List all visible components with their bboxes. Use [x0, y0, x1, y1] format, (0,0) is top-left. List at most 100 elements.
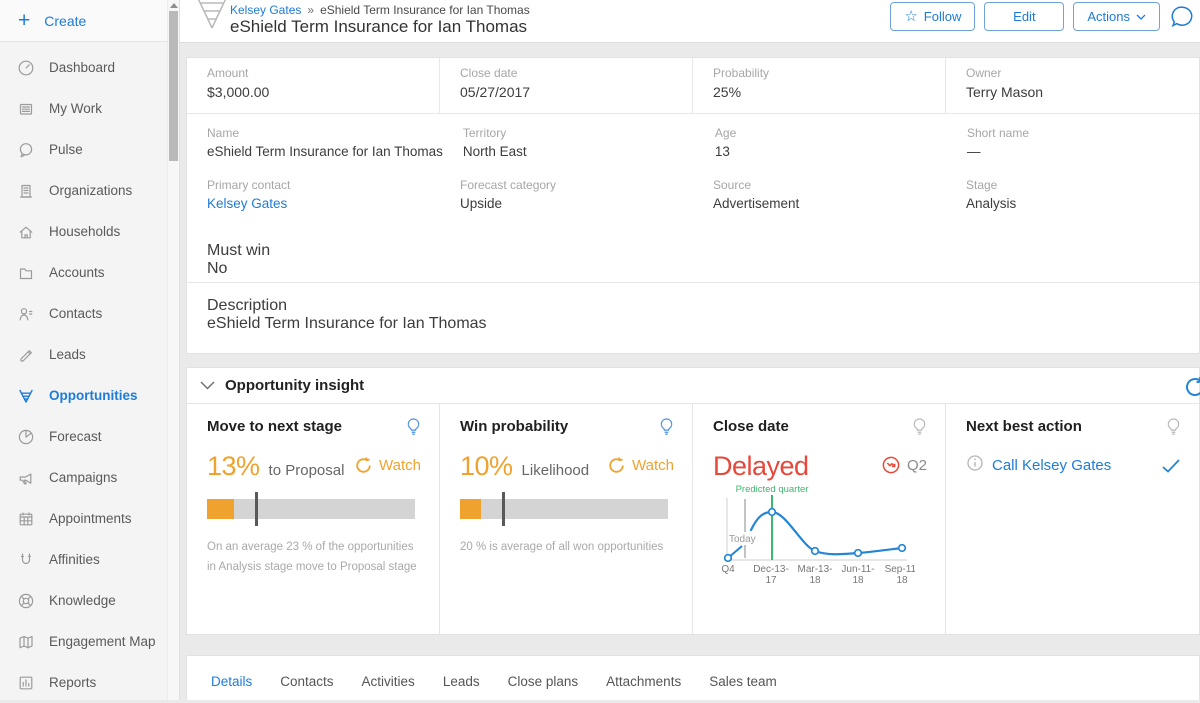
- sidebar-item-leads[interactable]: Leads: [0, 334, 179, 375]
- card-title: Win probability: [460, 418, 568, 435]
- win-probability-percent: 10%: [460, 451, 513, 482]
- tab-leads[interactable]: Leads: [443, 674, 480, 689]
- win-probability-label: Likelihood: [522, 462, 590, 479]
- field-stage: Stage Analysis: [946, 166, 1199, 218]
- collapse-chevron-icon[interactable]: [200, 381, 215, 390]
- watch-button[interactable]: Watch: [354, 456, 421, 475]
- field-age: Age 13: [695, 114, 947, 166]
- breadcrumb-link[interactable]: Kelsey Gates: [230, 3, 301, 17]
- card-title: Next best action: [966, 418, 1082, 435]
- sidebar-item-accounts[interactable]: Accounts: [0, 252, 179, 293]
- sidebar-scrollbar[interactable]: [167, 0, 179, 700]
- tab-contacts[interactable]: Contacts: [280, 674, 333, 689]
- create-button[interactable]: + Create: [0, 0, 179, 42]
- tab-sales-team[interactable]: Sales team: [709, 674, 777, 689]
- opportunities-icon: [17, 387, 35, 405]
- sidebar-item-label: Knowledge: [49, 593, 116, 608]
- field-owner: Owner Terry Mason: [946, 58, 1199, 113]
- sidebar: + Create Dashboard My Work Pulse Organiz…: [0, 0, 180, 700]
- field-source: Source Advertisement: [693, 166, 946, 218]
- average-marker: [502, 492, 505, 526]
- tab-close-plans[interactable]: Close plans: [508, 674, 579, 689]
- sidebar-item-knowledge[interactable]: Knowledge: [0, 580, 179, 621]
- sidebar-item-dashboard[interactable]: Dashboard: [0, 47, 179, 88]
- contacts-icon: [17, 305, 35, 323]
- tab-activities[interactable]: Activities: [362, 674, 415, 689]
- close-date-chart: Predicted quarterTodayQ4Dec-13-17Mar-13-…: [705, 485, 915, 589]
- scrollbar-thumb[interactable]: [169, 11, 178, 161]
- stage-move-target: to Proposal: [269, 462, 345, 479]
- sidebar-item-campaigns[interactable]: Campaigns: [0, 457, 179, 498]
- sidebar-item-households[interactable]: Households: [0, 211, 179, 252]
- stage-progress-bar: [207, 499, 415, 519]
- actions-button[interactable]: Actions: [1073, 2, 1160, 31]
- field-name: Name eShield Term Insurance for Ian Thom…: [187, 114, 443, 166]
- svg-text:Sep-11-: Sep-11-: [885, 564, 915, 575]
- svg-text:18: 18: [852, 575, 864, 586]
- plus-icon: +: [18, 10, 30, 31]
- complete-check-icon[interactable]: [1161, 458, 1181, 474]
- details-panel: Amount $3,000.00 Close date 05/27/2017 P…: [186, 57, 1200, 354]
- hint-bulb-icon[interactable]: [1166, 417, 1181, 442]
- sidebar-item-label: Households: [49, 224, 120, 239]
- close-date-status: Delayed: [713, 451, 809, 482]
- card-title: Close date: [713, 418, 789, 435]
- card-caption: 20 % is average of all won opportunities: [460, 537, 670, 557]
- info-icon[interactable]: [966, 454, 984, 477]
- refresh-icon[interactable]: [1183, 375, 1200, 404]
- header-actions: ☆ Follow Edit Actions: [890, 2, 1195, 31]
- win-progress-bar: [460, 499, 668, 519]
- delayed-trend-icon: [881, 455, 901, 475]
- primary-contact-link[interactable]: Kelsey Gates: [207, 196, 440, 211]
- hint-bulb-icon[interactable]: [912, 417, 927, 442]
- field-territory: Territory North East: [443, 114, 695, 166]
- organizations-icon: [17, 182, 35, 200]
- sidebar-item-label: Engagement Map: [49, 634, 156, 649]
- delay-quarter: Q2: [881, 455, 927, 475]
- sidebar-item-my-work[interactable]: My Work: [0, 88, 179, 129]
- next-best-action-card: Next best action Call Kelsey Gates: [946, 404, 1199, 635]
- campaigns-icon: [17, 469, 35, 487]
- sidebar-item-affinities[interactable]: Affinities: [0, 539, 179, 580]
- insight-header: Opportunity insight: [187, 368, 1199, 404]
- sidebar-item-pulse[interactable]: Pulse: [0, 129, 179, 170]
- edit-button[interactable]: Edit: [984, 2, 1064, 31]
- page-title: eShield Term Insurance for Ian Thomas: [230, 17, 527, 37]
- sidebar-item-label: Campaigns: [49, 470, 117, 485]
- record-header: Kelsey Gates»eShield Term Insurance for …: [180, 0, 1200, 43]
- chat-icon[interactable]: [1169, 4, 1195, 30]
- next-best-action-link[interactable]: Call Kelsey Gates: [992, 457, 1111, 474]
- sidebar-item-label: Reports: [49, 675, 96, 690]
- sidebar-item-organizations[interactable]: Organizations: [0, 170, 179, 211]
- svg-text:17: 17: [765, 575, 777, 586]
- tab-attachments[interactable]: Attachments: [606, 674, 681, 689]
- sidebar-item-reports[interactable]: Reports: [0, 662, 179, 703]
- sidebar-item-engagement-map[interactable]: Engagement Map: [0, 621, 179, 662]
- sidebar-item-label: Pulse: [49, 142, 83, 157]
- svg-text:Today: Today: [729, 534, 756, 545]
- follow-button[interactable]: ☆ Follow: [890, 2, 975, 31]
- star-icon: ☆: [904, 9, 917, 24]
- hint-bulb-icon[interactable]: [406, 417, 421, 442]
- hint-bulb-icon[interactable]: [659, 417, 674, 442]
- sidebar-item-appointments[interactable]: Appointments: [0, 498, 179, 539]
- engagement-map-icon: [17, 633, 35, 651]
- field-amount: Amount $3,000.00: [187, 58, 440, 113]
- sidebar-item-forecast[interactable]: Forecast: [0, 416, 179, 457]
- scroll-up-icon[interactable]: [170, 3, 178, 8]
- sidebar-item-contacts[interactable]: Contacts: [0, 293, 179, 334]
- tab-details[interactable]: Details: [211, 674, 252, 689]
- main-content: Kelsey Gates»eShield Term Insurance for …: [180, 0, 1200, 700]
- pulse-icon: [17, 141, 35, 159]
- watch-button[interactable]: Watch: [607, 456, 674, 475]
- sidebar-item-opportunities[interactable]: Opportunities: [0, 375, 179, 416]
- sidebar-item-label: Leads: [49, 347, 86, 362]
- sidebar-item-label: Forecast: [49, 429, 102, 444]
- svg-text:18: 18: [896, 575, 908, 586]
- breadcrumb-current: eShield Term Insurance for Ian Thomas: [320, 3, 530, 17]
- field-primary-contact: Primary contact Kelsey Gates: [187, 166, 440, 218]
- close-date-card: Close date Delayed Q2 Predicted quarterT…: [693, 404, 946, 635]
- field-close-date: Close date 05/27/2017: [440, 58, 693, 113]
- summary-row: Amount $3,000.00 Close date 05/27/2017 P…: [187, 58, 1199, 114]
- chevron-down-icon: [1136, 14, 1146, 20]
